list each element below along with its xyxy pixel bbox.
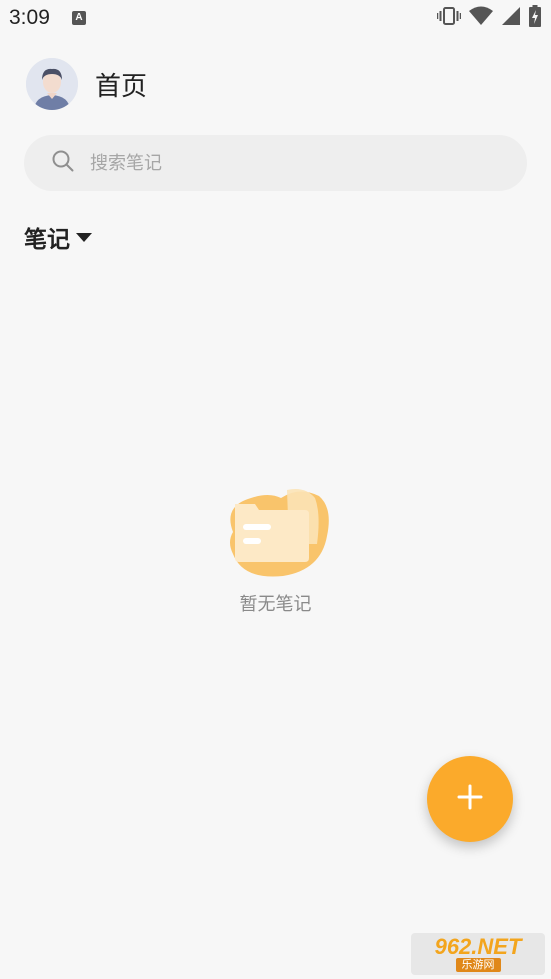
user-avatar-icon[interactable]	[26, 58, 78, 110]
watermark-top-text: 962.NET	[434, 934, 522, 959]
battery-charging-icon	[529, 5, 541, 31]
page-title: 首页	[95, 71, 148, 102]
status-bar: 3:09 A	[0, 0, 551, 36]
a-letter-icon: A	[72, 11, 86, 25]
watermark-bottom-text: 乐游网	[455, 958, 501, 972]
empty-state: 暂无笔记	[0, 484, 551, 616]
empty-folder-icon	[229, 489, 329, 577]
search-bar[interactable]	[24, 135, 527, 191]
wifi-icon	[469, 6, 493, 30]
header: 首页	[26, 58, 147, 110]
vibrate-icon	[436, 6, 462, 30]
plus-icon	[457, 784, 483, 814]
watermark-logo: 962.NET 乐游网	[411, 933, 545, 975]
status-icons	[436, 5, 541, 31]
search-icon	[52, 150, 74, 176]
search-input[interactable]	[88, 151, 472, 175]
category-dropdown[interactable]: 笔记	[24, 220, 92, 254]
signal-icon	[501, 6, 521, 30]
caret-down-icon	[76, 232, 92, 242]
status-time: 3:09	[9, 6, 50, 29]
category-label: 笔记	[24, 227, 70, 253]
add-note-button[interactable]	[427, 756, 513, 842]
empty-state-text: 暂无笔记	[239, 594, 312, 615]
